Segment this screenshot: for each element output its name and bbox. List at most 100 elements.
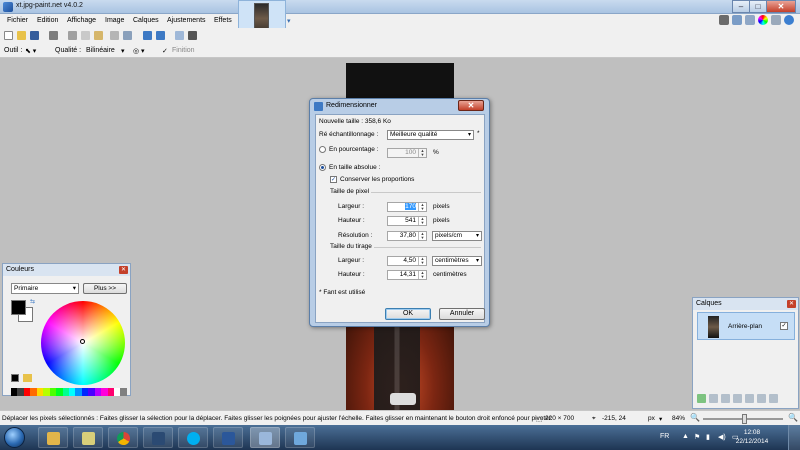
blend-mode-icon[interactable]: ◎ ▾ — [133, 47, 145, 55]
zoom-in-icon[interactable]: 🔍 — [788, 413, 798, 422]
flag-icon[interactable]: ⚑ — [694, 433, 700, 441]
height-spinner[interactable]: ▲ ▼ — [418, 217, 426, 225]
minimize-button[interactable]: ‒ — [732, 0, 750, 13]
grid-icon[interactable] — [175, 31, 184, 40]
delete-layer-icon[interactable] — [709, 394, 718, 403]
paste-icon[interactable] — [94, 31, 103, 40]
help-icon[interactable] — [784, 15, 794, 25]
zoom-level[interactable]: 84% — [672, 415, 685, 422]
start-button[interactable] — [4, 427, 25, 448]
menu-effets[interactable]: Effets — [214, 17, 232, 24]
print-height-field[interactable]: 14,31 ▲ ▼ — [387, 270, 427, 280]
layer-properties-icon[interactable] — [769, 394, 778, 403]
move-layer-down-icon[interactable] — [757, 394, 766, 403]
show-desktop-button[interactable] — [788, 425, 800, 450]
close-window-button[interactable]: ✕ — [766, 0, 796, 13]
cut-icon[interactable] — [68, 31, 77, 40]
resolution-unit-select[interactable]: pixels/cm ▾ — [432, 231, 482, 241]
colors-palette-title-bar[interactable]: Couleurs ✕ — [3, 264, 130, 276]
taskbar-ccleaner[interactable] — [143, 427, 173, 448]
more-colors-button[interactable]: Plus >> — [83, 283, 127, 294]
menu-ajustements[interactable]: Ajustements — [167, 17, 206, 24]
quality-dropdown-icon[interactable]: ▾ — [121, 47, 125, 55]
history-icon[interactable] — [732, 15, 742, 25]
finish-check-icon[interactable]: ✓ — [162, 47, 168, 55]
swap-colors-icon[interactable]: ⇆ — [30, 298, 35, 305]
percentage-radio[interactable] — [319, 146, 326, 153]
keep-ratio-checkbox[interactable]: ✓ — [330, 176, 337, 183]
colors-palette-close-icon[interactable]: ✕ — [119, 266, 128, 274]
finish-button[interactable]: Finition — [172, 47, 195, 54]
network-icon[interactable]: ▮ — [706, 433, 710, 441]
maximize-button[interactable]: □ — [749, 0, 767, 13]
taskbar-skype[interactable] — [178, 427, 208, 448]
cancel-button[interactable]: Annuler — [439, 308, 485, 320]
ok-button[interactable]: OK — [385, 308, 431, 320]
height-field[interactable]: 541 ▲ ▼ — [387, 216, 427, 226]
color-wheel-cursor[interactable] — [80, 339, 85, 344]
taskbar-word[interactable] — [213, 427, 243, 448]
menu-calques[interactable]: Calques — [133, 17, 159, 24]
tools-icon[interactable] — [719, 15, 729, 25]
width-field[interactable]: 170 ▲ ▼ — [387, 202, 427, 212]
layers-palette-title-bar[interactable]: Calques ✕ — [693, 298, 798, 310]
taskbar-file-manager[interactable] — [73, 427, 103, 448]
add-layer-icon[interactable] — [697, 394, 706, 403]
menu-affichage[interactable]: Affichage — [67, 17, 96, 24]
width-spinner[interactable]: ▲ ▼ — [418, 203, 426, 211]
merge-layer-icon[interactable] — [733, 394, 742, 403]
palette-menu-icon[interactable] — [23, 374, 32, 382]
dialog-close-button[interactable]: ✕ — [458, 100, 484, 111]
dialog-title-bar[interactable]: Redimensionner ✕ — [310, 99, 489, 113]
taskbar-image-viewer[interactable] — [285, 427, 315, 448]
print-width-field[interactable]: 4,50 ▲ ▼ — [387, 256, 427, 266]
colors-icon[interactable] — [758, 15, 768, 25]
taskbar-explorer[interactable] — [38, 427, 68, 448]
copy-icon[interactable] — [81, 31, 90, 40]
move-selection-tool-icon[interactable]: ⬉ ▾ — [25, 47, 36, 55]
move-layer-up-icon[interactable] — [745, 394, 754, 403]
unit-dropdown-icon[interactable]: ▾ — [659, 415, 662, 423]
taskbar-paintnet[interactable] — [250, 427, 280, 448]
ruler-icon[interactable] — [188, 31, 197, 40]
primary-color-swatch[interactable] — [11, 300, 26, 315]
reset-colors-icon[interactable] — [11, 374, 19, 382]
settings-icon[interactable] — [771, 15, 781, 25]
tab-dropdown-icon[interactable]: ▾ — [287, 17, 291, 25]
resampling-select[interactable]: Meilleure qualité ▾ — [387, 130, 474, 140]
quality-select[interactable]: Bilinéaire — [86, 47, 115, 54]
volume-icon[interactable]: ◀) — [718, 433, 726, 441]
undo-icon[interactable] — [143, 31, 152, 40]
color-swatch[interactable] — [120, 388, 127, 396]
language-indicator[interactable]: FR — [660, 433, 669, 440]
layers-icon[interactable] — [745, 15, 755, 25]
resolution-spinner[interactable]: ▲ ▼ — [418, 232, 426, 240]
unit-select[interactable]: px — [648, 415, 655, 422]
menu-edition[interactable]: Edition — [37, 17, 58, 24]
menu-fichier[interactable]: Fichier — [7, 17, 28, 24]
color-mode-select[interactable]: Primaire ▾ — [11, 283, 79, 294]
print-height-spinner[interactable]: ▲ ▼ — [418, 271, 426, 279]
new-file-icon[interactable] — [4, 31, 13, 40]
percentage-field[interactable]: 100 ▲ ▼ — [387, 148, 427, 158]
save-icon[interactable] — [30, 31, 39, 40]
resolution-field[interactable]: 37,80 ▲ ▼ — [387, 231, 427, 241]
layer-visibility-checkbox[interactable]: ✓ — [780, 322, 788, 330]
zoom-out-icon[interactable]: 🔍 — [690, 413, 700, 422]
print-width-spinner[interactable]: ▲ ▼ — [418, 257, 426, 265]
print-icon[interactable] — [49, 31, 58, 40]
tray-expand-icon[interactable]: ▲ — [682, 433, 689, 440]
duplicate-layer-icon[interactable] — [721, 394, 730, 403]
redo-icon[interactable] — [156, 31, 165, 40]
menu-image[interactable]: Image — [105, 17, 124, 24]
print-width-unit-select[interactable]: centimètres ▾ — [432, 256, 482, 266]
percentage-spinner[interactable]: ▲ ▼ — [418, 149, 426, 157]
crop-icon[interactable] — [110, 31, 119, 40]
layers-palette-close-icon[interactable]: ✕ — [787, 300, 796, 308]
absolute-size-radio[interactable] — [319, 164, 326, 171]
zoom-slider-thumb[interactable] — [742, 414, 747, 424]
clock[interactable]: 12:08 22/12/2014 — [728, 428, 776, 446]
layer-row[interactable]: Arrière-plan ✓ — [697, 312, 795, 340]
taskbar-chrome[interactable] — [108, 427, 138, 448]
deselect-icon[interactable] — [123, 31, 132, 40]
